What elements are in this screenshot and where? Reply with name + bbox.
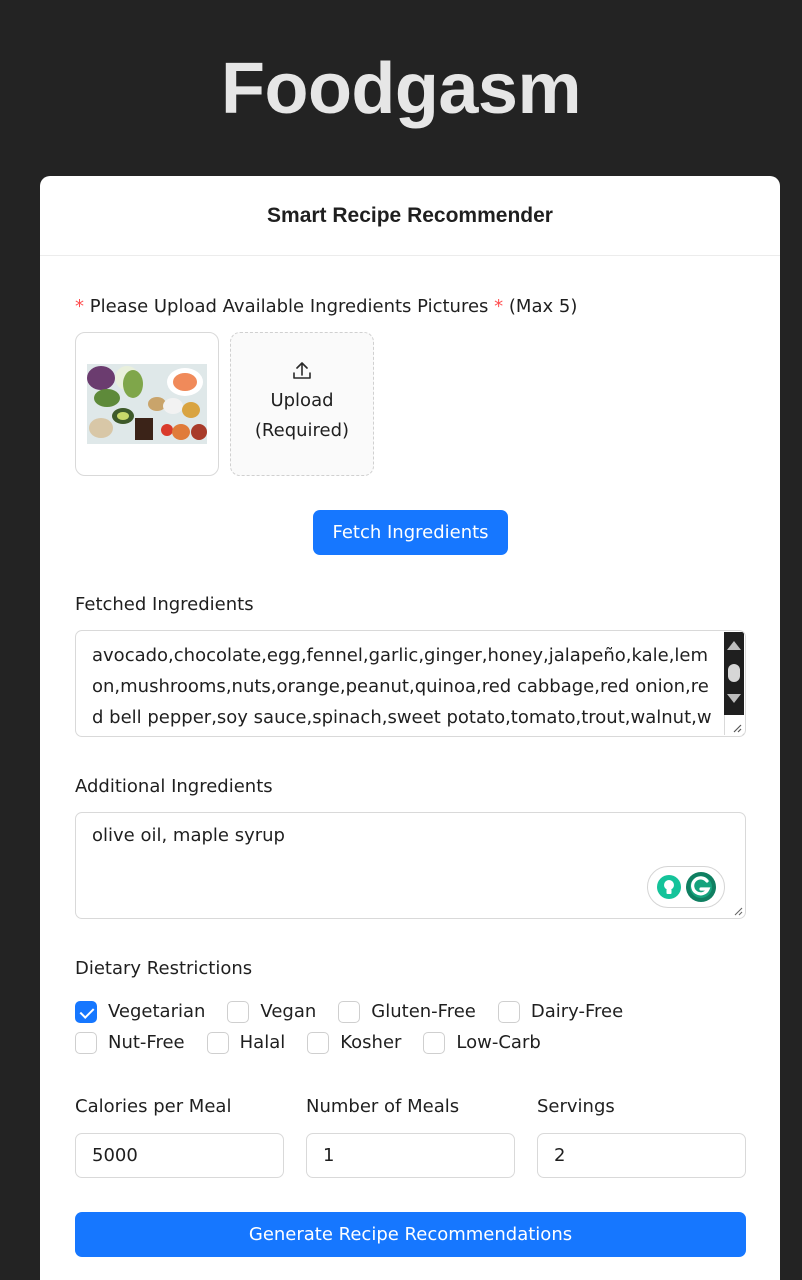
card-header: Smart Recipe Recommender bbox=[40, 176, 780, 256]
additional-ingredients-textarea[interactable]: olive oil, maple syrup bbox=[75, 812, 746, 919]
checkbox-box[interactable] bbox=[307, 1031, 330, 1054]
fetched-ingredients-text: avocado,chocolate,egg,fennel,garlic,ging… bbox=[92, 645, 712, 728]
checkbox-label: Gluten-Free bbox=[371, 1001, 476, 1022]
checkbox-gluten-free[interactable]: Gluten-Free bbox=[338, 1000, 476, 1023]
grammarly-icon[interactable] bbox=[685, 871, 717, 903]
checkbox-label: Nut-Free bbox=[108, 1032, 185, 1053]
checkbox-label: Low-Carb bbox=[456, 1032, 541, 1053]
checkbox-label: Halal bbox=[239, 1032, 286, 1053]
fetched-ingredients-label: Fetched Ingredients bbox=[75, 594, 254, 615]
checkbox-nut-free[interactable]: Nut-Free bbox=[75, 1031, 185, 1054]
resize-grip-icon[interactable] bbox=[733, 906, 743, 916]
textarea-scrollbar[interactable] bbox=[724, 632, 744, 735]
dietary-checkbox-group: Vegetarian Vegan Gluten-Free Dairy-Free bbox=[75, 996, 746, 1058]
upload-button[interactable]: Upload (Required) bbox=[230, 332, 374, 476]
checkbox-box[interactable] bbox=[423, 1031, 446, 1054]
checkbox-box[interactable] bbox=[338, 1000, 361, 1023]
servings-input[interactable] bbox=[537, 1133, 746, 1178]
upload-icon bbox=[293, 362, 311, 379]
servings-label: Servings bbox=[537, 1096, 615, 1117]
additional-ingredients-text: olive oil, maple syrup bbox=[92, 825, 285, 846]
scroll-thumb[interactable] bbox=[728, 664, 740, 682]
checkbox-checked-icon[interactable] bbox=[75, 1000, 97, 1023]
checkbox-label: Dairy-Free bbox=[530, 1001, 624, 1022]
recipe-card: Smart Recipe Recommender * Please Upload… bbox=[40, 176, 780, 1280]
meals-input[interactable] bbox=[306, 1133, 515, 1178]
checkbox-box[interactable] bbox=[75, 1031, 97, 1054]
scroll-up-arrow-icon[interactable] bbox=[727, 641, 741, 650]
checkbox-row: Nut-Free Halal Kosher Low-Carb bbox=[75, 1027, 746, 1058]
required-mark: * bbox=[75, 296, 84, 317]
fetched-ingredients-textarea[interactable]: avocado,chocolate,egg,fennel,garlic,ging… bbox=[75, 630, 746, 737]
fetch-ingredients-button[interactable]: Fetch Ingredients bbox=[313, 510, 508, 555]
upload-button-line1: Upload bbox=[270, 390, 334, 411]
app-title: Foodgasm bbox=[220, 49, 582, 129]
checkbox-vegan[interactable]: Vegan bbox=[227, 1000, 317, 1023]
required-mark: * bbox=[494, 296, 504, 317]
additional-ingredients-label: Additional Ingredients bbox=[75, 776, 273, 797]
checkbox-halal[interactable]: Halal bbox=[206, 1031, 286, 1054]
checkbox-box[interactable] bbox=[227, 1000, 250, 1023]
uploaded-image-thumbnail[interactable] bbox=[75, 332, 219, 476]
checkbox-vegetarian[interactable]: Vegetarian bbox=[75, 1000, 206, 1023]
upload-button-line2: (Required) bbox=[254, 420, 350, 441]
scroll-down-arrow-icon[interactable] bbox=[727, 694, 741, 703]
upload-label-text: Please Upload Available Ingredients Pict… bbox=[89, 296, 489, 317]
dietary-restrictions-label: Dietary Restrictions bbox=[75, 958, 253, 979]
resize-grip-icon bbox=[733, 724, 742, 733]
checkbox-kosher[interactable]: Kosher bbox=[307, 1031, 402, 1054]
upload-label-suffix: (Max 5) bbox=[508, 296, 578, 317]
card-title: Smart Recipe Recommender bbox=[267, 203, 553, 227]
checkbox-box[interactable] bbox=[206, 1031, 229, 1054]
calories-label: Calories per Meal bbox=[75, 1096, 232, 1117]
grammarly-widget[interactable] bbox=[647, 866, 725, 908]
upload-button-label: Upload (Required) bbox=[255, 386, 349, 446]
checkbox-label: Kosher bbox=[340, 1032, 402, 1053]
resize-handle[interactable] bbox=[724, 715, 744, 735]
calories-input[interactable] bbox=[75, 1133, 284, 1178]
checkbox-label: Vegetarian bbox=[108, 1001, 206, 1022]
meals-label: Number of Meals bbox=[306, 1096, 460, 1117]
checkbox-row: Vegetarian Vegan Gluten-Free Dairy-Free bbox=[75, 996, 746, 1027]
checkbox-low-carb[interactable]: Low-Carb bbox=[423, 1031, 541, 1054]
generate-recipes-button[interactable]: Generate Recipe Recommendations bbox=[75, 1212, 746, 1257]
lightbulb-icon[interactable] bbox=[656, 874, 682, 900]
checkbox-label: Vegan bbox=[260, 1001, 317, 1022]
ingredients-photo bbox=[87, 364, 207, 444]
upload-label: * Please Upload Available Ingredients Pi… bbox=[75, 296, 577, 317]
checkbox-dairy-free[interactable]: Dairy-Free bbox=[497, 1000, 624, 1023]
checkbox-box[interactable] bbox=[497, 1000, 520, 1023]
